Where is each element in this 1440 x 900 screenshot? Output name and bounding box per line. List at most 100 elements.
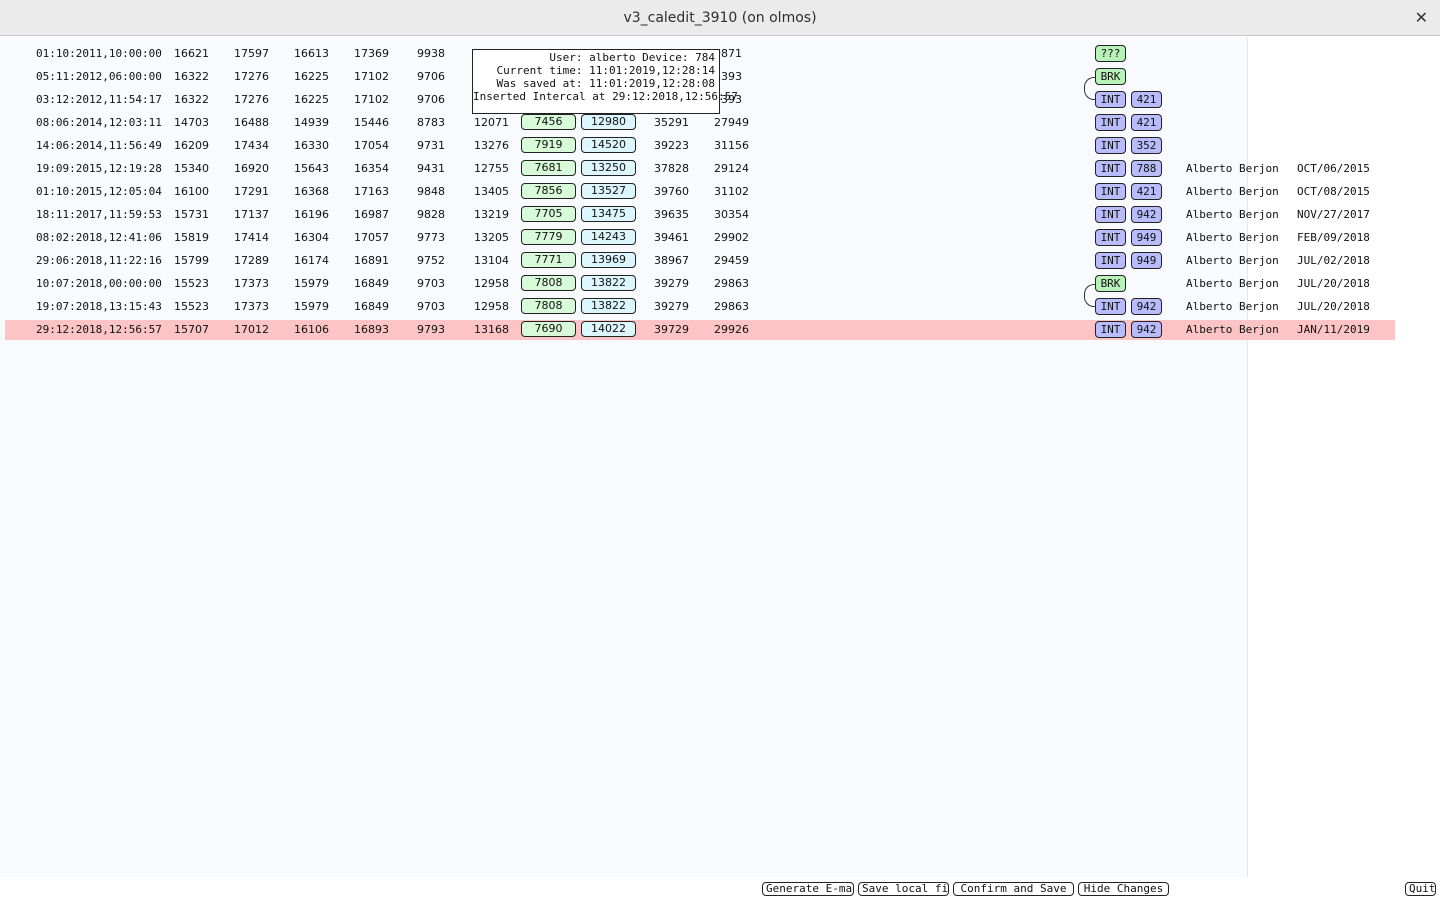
- row-value-c5: 9828: [417, 208, 445, 221]
- row-value-c6: 13205: [474, 231, 509, 244]
- row-value-c8: 29863: [714, 300, 749, 313]
- window-title: v3_caledit_3910 (on olmos): [623, 10, 817, 26]
- row-device-tag[interactable]: 352: [1131, 137, 1162, 154]
- editable-value-cyan[interactable]: 14022: [581, 321, 636, 337]
- hide-changes-button[interactable]: Hide Changes: [1078, 882, 1169, 896]
- row-device-tag[interactable]: 421: [1131, 114, 1162, 131]
- quit-button[interactable]: Quit: [1405, 882, 1436, 896]
- row-value-c2: 17414: [234, 231, 269, 244]
- row-value-c5: 9938: [417, 47, 445, 60]
- break-link-connector: [1084, 77, 1096, 100]
- row-value-c5: 9731: [417, 139, 445, 152]
- row-value-c3: 14939: [294, 116, 329, 129]
- editable-value-cyan[interactable]: 14243: [581, 229, 636, 245]
- row-saved-date: NOV/27/2017: [1297, 208, 1370, 221]
- row-value-c2: 17373: [234, 277, 269, 290]
- row-date: 29:06:2018,11:22:16: [36, 254, 162, 267]
- row-type-tag[interactable]: INT: [1095, 114, 1126, 131]
- row-user: Alberto Berjon: [1186, 277, 1279, 290]
- row-value-c4: 17102: [354, 70, 389, 83]
- row-type-tag[interactable]: INT: [1095, 91, 1126, 108]
- row-value-c2: 16488: [234, 116, 269, 129]
- editable-value-green[interactable]: 7705: [521, 206, 576, 222]
- row-type-tag[interactable]: BRK: [1095, 275, 1126, 292]
- row-value-c6: 12958: [474, 300, 509, 313]
- row-device-tag[interactable]: 949: [1131, 229, 1162, 246]
- row-value-c4: 16891: [354, 254, 389, 267]
- row-device-tag[interactable]: 421: [1131, 183, 1162, 200]
- editable-value-green[interactable]: 7808: [521, 298, 576, 314]
- table-row[interactable]: 10:07:2018,00:00:00 15523 17373 15979 16849 9…: [5, 274, 1395, 294]
- row-value-c4: 17163: [354, 185, 389, 198]
- row-value-c7: 39760: [654, 185, 689, 198]
- table-row[interactable]: 19:07:2018,13:15:43 15523 17373 15979 16849 9…: [5, 297, 1395, 317]
- row-value-c6: 13219: [474, 208, 509, 221]
- row-value-c1: 16322: [174, 70, 209, 83]
- editable-value-green[interactable]: 7681: [521, 160, 576, 176]
- close-icon[interactable]: ✕: [1415, 8, 1428, 27]
- row-value-c2: 17012: [234, 323, 269, 336]
- row-type-tag[interactable]: INT: [1095, 206, 1126, 223]
- row-value-c2: 17434: [234, 139, 269, 152]
- row-type-tag[interactable]: INT: [1095, 229, 1126, 246]
- row-type-tag[interactable]: INT: [1095, 137, 1126, 154]
- row-value-c7: 39279: [654, 277, 689, 290]
- editable-value-green[interactable]: 7690: [521, 321, 576, 337]
- row-value-c1: 16209: [174, 139, 209, 152]
- row-device-tag[interactable]: 949: [1131, 252, 1162, 269]
- row-value-c8: 29124: [714, 162, 749, 175]
- editable-value-green[interactable]: 7456: [521, 114, 576, 130]
- editable-value-cyan[interactable]: 13822: [581, 298, 636, 314]
- editable-value-cyan[interactable]: 13527: [581, 183, 636, 199]
- editable-value-cyan[interactable]: 13250: [581, 160, 636, 176]
- table-row[interactable]: 29:12:2018,12:56:57 15707 17012 16106 16893 9…: [5, 320, 1395, 340]
- row-type-tag[interactable]: INT: [1095, 321, 1126, 338]
- row-value-c6: 13104: [474, 254, 509, 267]
- row-saved-date: JAN/11/2019: [1297, 323, 1370, 336]
- table-row[interactable]: 29:06:2018,11:22:16 15799 17289 16174 16891 9…: [5, 251, 1395, 271]
- editable-value-cyan[interactable]: 13969: [581, 252, 636, 268]
- row-date: 29:12:2018,12:56:57: [36, 323, 162, 336]
- row-date: 01:10:2015,12:05:04: [36, 185, 162, 198]
- editable-value-green[interactable]: 7808: [521, 275, 576, 291]
- editable-value-green[interactable]: 7779: [521, 229, 576, 245]
- editable-value-green[interactable]: 7771: [521, 252, 576, 268]
- confirm-and-save-button[interactable]: Confirm and Save: [953, 882, 1074, 896]
- row-value-c7: 39635: [654, 208, 689, 221]
- generate-email-button[interactable]: Generate E-mail: [762, 882, 854, 896]
- row-device-tag[interactable]: 942: [1131, 321, 1162, 338]
- row-value-c1: 15523: [174, 277, 209, 290]
- editable-value-green[interactable]: 7856: [521, 183, 576, 199]
- info-tooltip: User: alberto Device: 784 Current time: …: [472, 49, 738, 114]
- row-value-c1: 14703: [174, 116, 209, 129]
- row-type-tag[interactable]: BRK: [1095, 68, 1126, 85]
- row-device-tag[interactable]: 421: [1131, 91, 1162, 108]
- table-row[interactable]: 01:10:2015,12:05:04 16100 17291 16368 17163 9…: [5, 182, 1395, 202]
- row-device-tag[interactable]: 788: [1131, 160, 1162, 177]
- row-type-tag[interactable]: INT: [1095, 252, 1126, 269]
- row-value-c2: 17597: [234, 47, 269, 60]
- row-type-tag[interactable]: INT: [1095, 160, 1126, 177]
- table-row[interactable]: 14:06:2014,11:56:49 16209 17434 16330 17054 9…: [5, 136, 1395, 156]
- row-value-c4: 16893: [354, 323, 389, 336]
- editable-value-cyan[interactable]: 13475: [581, 206, 636, 222]
- table-row[interactable]: 08:02:2018,12:41:06 15819 17414 16304 17057 9…: [5, 228, 1395, 248]
- row-type-tag[interactable]: ???: [1095, 45, 1126, 62]
- table-row[interactable]: 19:09:2015,12:19:28 15340 16920 15643 16354 9…: [5, 159, 1395, 179]
- row-type-tag[interactable]: INT: [1095, 183, 1126, 200]
- row-saved-date: OCT/06/2015: [1297, 162, 1370, 175]
- table-row[interactable]: 18:11:2017,11:59:53 15731 17137 16196 16987 9…: [5, 205, 1395, 225]
- editable-value-cyan[interactable]: 12980: [581, 114, 636, 130]
- editable-value-cyan[interactable]: 13822: [581, 275, 636, 291]
- editable-value-cyan[interactable]: 14520: [581, 137, 636, 153]
- row-type-tag[interactable]: INT: [1095, 298, 1126, 315]
- row-saved-date: JUL/02/2018: [1297, 254, 1370, 267]
- editable-value-green[interactable]: 7919: [521, 137, 576, 153]
- table-row[interactable]: 08:06:2014,12:03:11 14703 16488 14939 15446 8…: [5, 113, 1395, 133]
- row-date: 14:06:2014,11:56:49: [36, 139, 162, 152]
- save-local-file-button[interactable]: Save local file: [858, 882, 949, 896]
- row-value-c3: 15979: [294, 277, 329, 290]
- row-value-c7: 38967: [654, 254, 689, 267]
- row-device-tag[interactable]: 942: [1131, 206, 1162, 223]
- row-device-tag[interactable]: 942: [1131, 298, 1162, 315]
